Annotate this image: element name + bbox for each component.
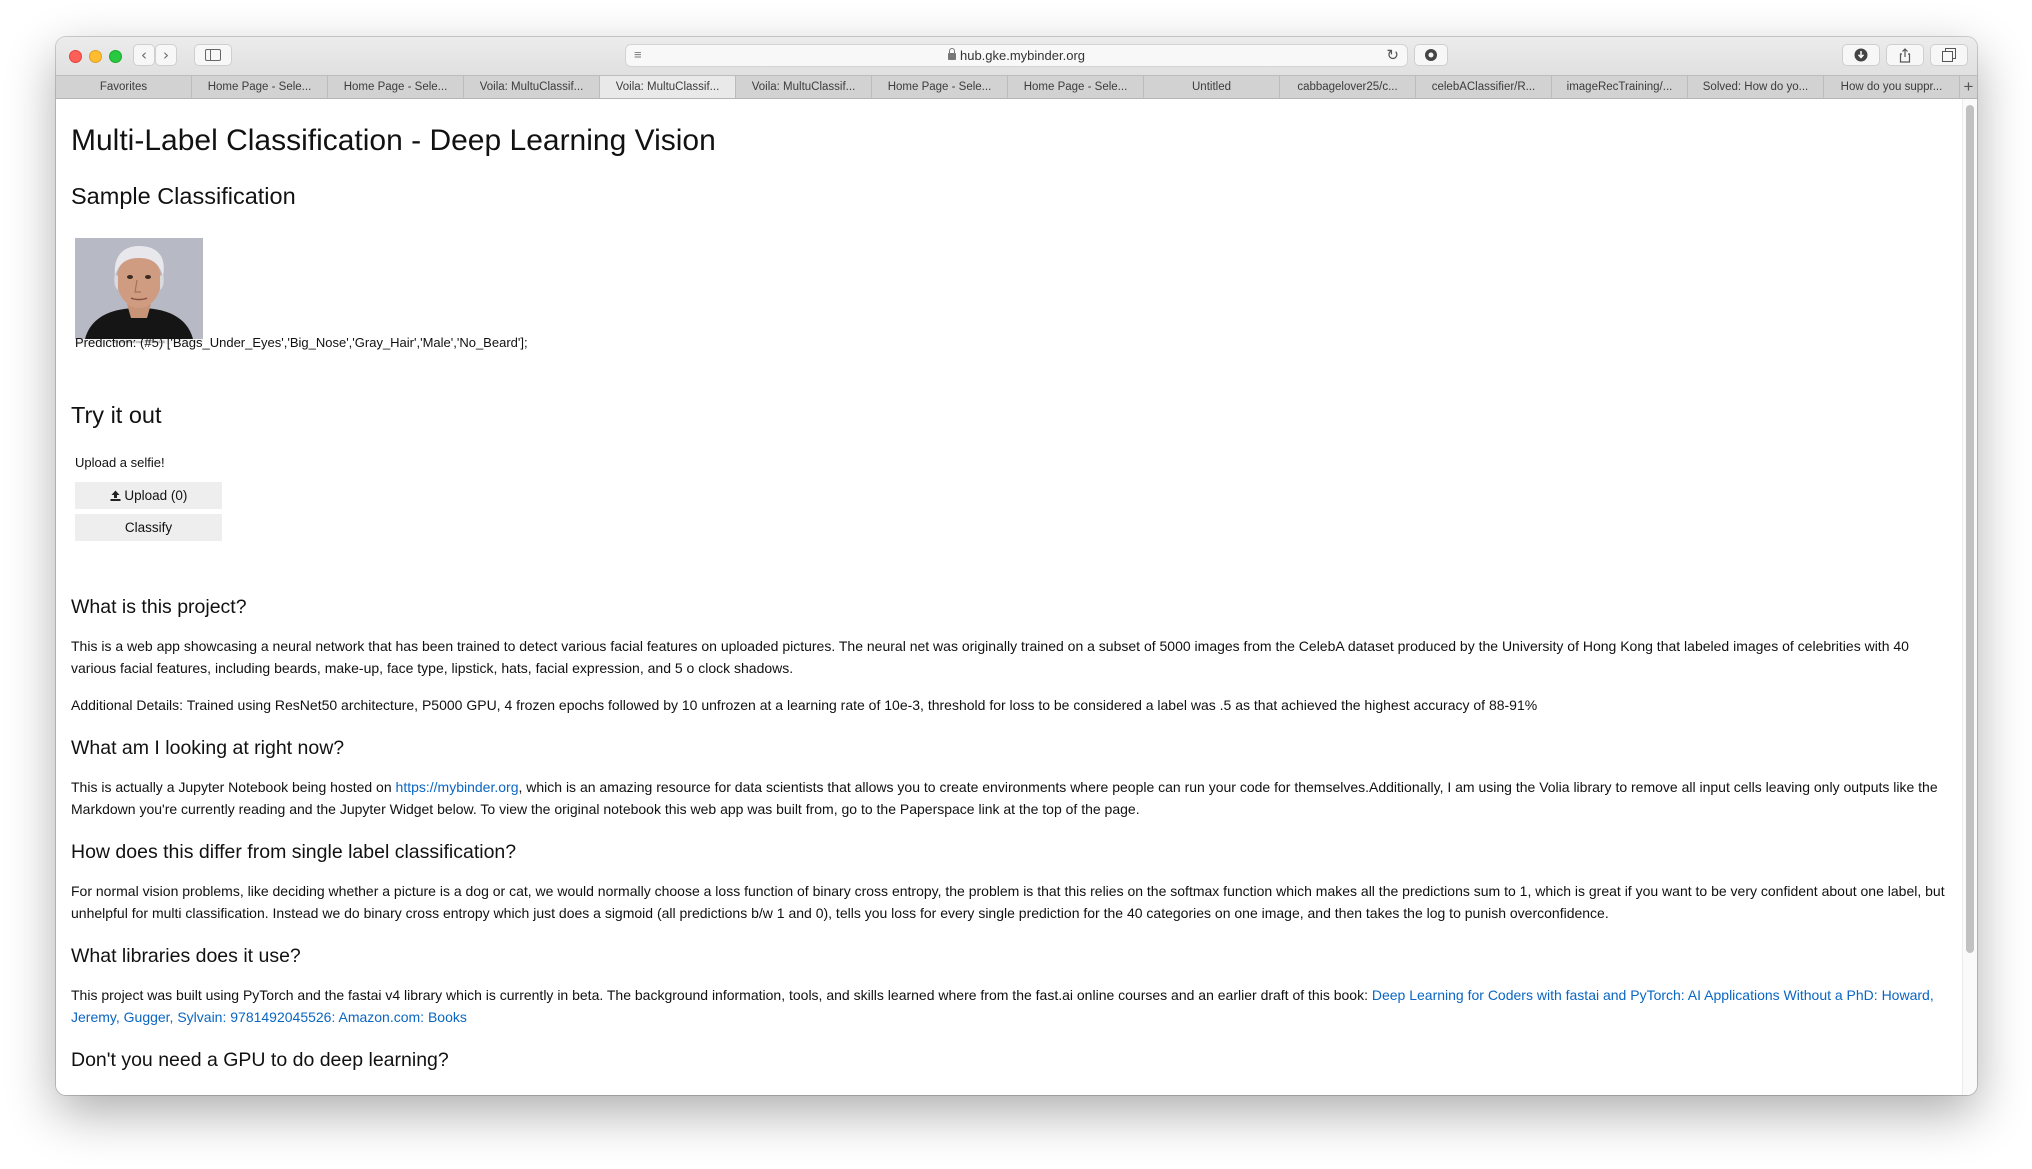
upload-prompt: Upload a selfie! <box>75 455 165 470</box>
gpu-heading: Don't you need a GPU to do deep learning… <box>71 1049 449 1071</box>
looking-text-start: This is actually a Jupyter Notebook bein… <box>71 779 396 795</box>
extension-icon <box>1425 49 1437 61</box>
upload-button-label: Upload (0) <box>124 488 188 503</box>
browser-window: ‹ › ≡ hub.gke.mybinder.org ↻ Favorites H… <box>56 37 1977 1095</box>
libraries-text-start: This project was built using PyTorch and… <box>71 987 1372 1003</box>
prediction-text: Prediction: (#5) ['Bags_Under_Eyes','Big… <box>75 335 528 350</box>
upload-icon <box>110 490 121 501</box>
tab-overview-button[interactable] <box>1930 44 1968 66</box>
browser-tab[interactable]: cabbagelover25/c... <box>1280 76 1416 98</box>
page-title: Multi-Label Classification - Deep Learni… <box>71 124 716 157</box>
sample-heading: Sample Classification <box>71 183 296 209</box>
browser-tab[interactable]: Favorites <box>56 76 192 98</box>
libraries-text: This project was built using PyTorch and… <box>71 984 1951 1028</box>
sample-photo: shutterstock.com • 94364426 <box>75 238 203 344</box>
browser-tab[interactable]: Solved: How do yo... <box>1688 76 1824 98</box>
browser-tab[interactable]: Voila: MultuClassif... <box>736 76 872 98</box>
chevron-right-icon: › <box>163 46 169 64</box>
sidebar-icon <box>205 49 221 61</box>
browser-tab[interactable]: How do you suppr... <box>1824 76 1960 98</box>
address-bar[interactable]: ≡ hub.gke.mybinder.org ↻ <box>625 44 1408 67</box>
url-text: hub.gke.mybinder.org <box>959 48 1086 63</box>
browser-tab[interactable]: Voila: MultuClassif... <box>464 76 600 98</box>
scrollbar-thumb[interactable] <box>1966 105 1974 953</box>
mybinder-link[interactable]: https://mybinder.org <box>396 779 519 795</box>
browser-toolbar: ‹ › ≡ hub.gke.mybinder.org ↻ <box>56 37 1977 75</box>
classify-button[interactable]: Classify <box>75 514 222 541</box>
portrait-image <box>75 238 203 339</box>
back-button[interactable]: ‹ <box>133 44 155 66</box>
browser-tab[interactable]: Untitled <box>1144 76 1280 98</box>
page-content: Multi-Label Classification - Deep Learni… <box>56 99 1963 1095</box>
zoom-window-button[interactable] <box>109 50 122 63</box>
reload-icon[interactable]: ↻ <box>1386 46 1399 64</box>
close-window-button[interactable] <box>69 50 82 63</box>
share-button[interactable] <box>1886 44 1924 66</box>
minimize-window-button[interactable] <box>89 50 102 63</box>
looking-text: This is actually a Jupyter Notebook bein… <box>71 776 1951 820</box>
browser-tab[interactable]: Home Page - Sele... <box>192 76 328 98</box>
project-text: This is a web app showcasing a neural ne… <box>71 638 1909 676</box>
tab-overview-icon <box>1942 48 1956 62</box>
page-scrollbar[interactable] <box>1962 99 1977 1095</box>
try-heading: Try it out <box>71 402 162 428</box>
new-tab-button[interactable]: + <box>1960 76 1977 98</box>
project-heading: What is this project? <box>71 596 247 618</box>
details-text: Additional Details: Trained using ResNet… <box>71 697 1538 713</box>
differ-heading: How does this differ from single label c… <box>71 841 517 863</box>
upload-button[interactable]: Upload (0) <box>75 482 222 509</box>
lock-icon <box>947 48 956 60</box>
forward-button[interactable]: › <box>155 44 177 66</box>
browser-tab[interactable]: celebAClassifier/R... <box>1416 76 1552 98</box>
extension-button[interactable] <box>1414 44 1448 66</box>
sidebar-button[interactable] <box>194 44 232 66</box>
browser-tab[interactable]: Home Page - Sele... <box>872 76 1008 98</box>
libraries-heading: What libraries does it use? <box>71 945 301 967</box>
looking-heading: What am I looking at right now? <box>71 737 345 759</box>
tab-bar: Favorites Home Page - Sele... Home Page - … <box>56 75 1977 99</box>
browser-tab[interactable]: Home Page - Sele... <box>328 76 464 98</box>
browser-tab[interactable]: imageRecTraining/... <box>1552 76 1688 98</box>
share-icon <box>1899 48 1911 63</box>
download-icon <box>1854 48 1868 62</box>
differ-text: For normal vision problems, like decidin… <box>71 883 1945 921</box>
download-button[interactable] <box>1842 44 1880 66</box>
chevron-left-icon: ‹ <box>141 46 147 64</box>
browser-tab[interactable]: Voila: MultuClassif... <box>600 76 736 98</box>
browser-tab[interactable]: Home Page - Sele... <box>1008 76 1144 98</box>
